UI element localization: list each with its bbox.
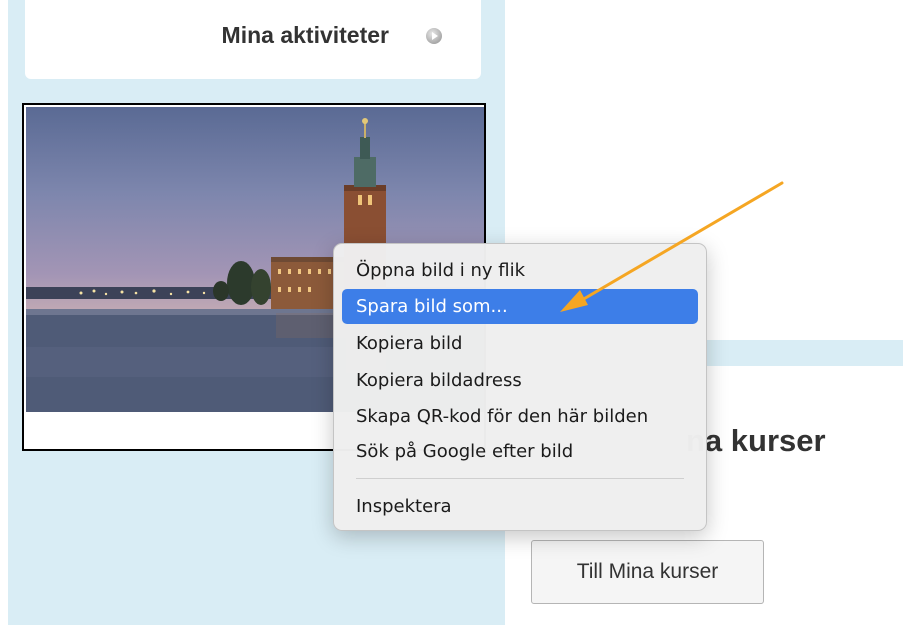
annotation-arrow bbox=[560, 181, 784, 312]
annotation-arrow-head bbox=[560, 290, 588, 312]
annotation-arrow-shaft bbox=[580, 181, 784, 302]
